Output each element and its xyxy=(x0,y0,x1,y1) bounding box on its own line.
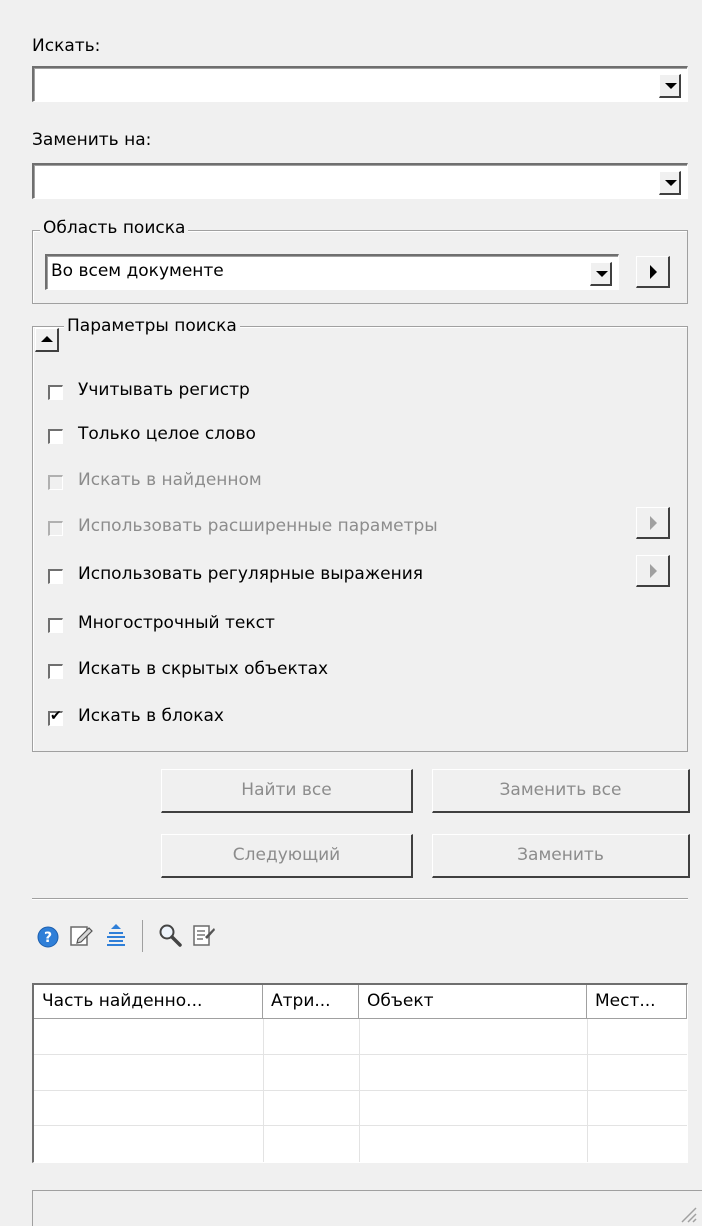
column-header-found-part[interactable]: Часть найденно... xyxy=(34,985,263,1019)
regex-checkbox[interactable] xyxy=(48,569,63,584)
advanced-params-checkbox[interactable] xyxy=(48,521,63,536)
edit-icon[interactable] xyxy=(69,923,93,947)
results-table[interactable]: Часть найденно... Атри... Объект Мест... xyxy=(32,983,688,1163)
advanced-params-button[interactable] xyxy=(636,507,670,539)
multiline-checkbox[interactable] xyxy=(48,618,63,633)
column-header-location[interactable]: Мест... xyxy=(587,985,687,1019)
toolbar-separator xyxy=(142,920,143,952)
svg-text:?: ? xyxy=(44,930,52,946)
replace-combobox[interactable] xyxy=(32,163,688,199)
whole-word-checkbox[interactable] xyxy=(48,429,63,444)
find-all-button[interactable]: Найти все xyxy=(161,769,413,813)
status-bar xyxy=(32,1190,702,1226)
select-objects-button[interactable] xyxy=(636,256,670,288)
export-icon[interactable] xyxy=(192,923,216,947)
next-button[interactable]: Следующий xyxy=(161,834,413,878)
replace-label: Заменить на: xyxy=(32,130,152,150)
whole-word-label: Только целое слово xyxy=(78,424,256,444)
grid-line xyxy=(34,1125,687,1126)
replace-button[interactable]: Заменить xyxy=(432,834,690,878)
multiline-label: Многострочный текст xyxy=(78,613,275,633)
grid-line xyxy=(34,1090,687,1091)
advanced-params-label: Использовать расширенные параметры xyxy=(78,516,438,536)
hidden-objects-checkbox[interactable] xyxy=(48,664,63,679)
search-area-value: Во всем документе xyxy=(51,261,224,281)
replace-dropdown-button[interactable] xyxy=(659,171,681,195)
regex-label: Использовать регулярные выражения xyxy=(78,564,424,584)
regex-menu-button[interactable] xyxy=(636,555,670,587)
column-header-attribute[interactable]: Атри... xyxy=(263,985,359,1019)
search-area-legend: Область поиска xyxy=(40,218,189,238)
align-icon[interactable] xyxy=(104,923,128,947)
zoom-icon[interactable] xyxy=(158,923,182,947)
search-area-select[interactable]: Во всем документе xyxy=(45,254,619,290)
divider xyxy=(32,898,688,900)
match-case-label: Учитывать регистр xyxy=(78,380,250,400)
checkmark-icon: ✔ xyxy=(50,708,62,724)
search-area-dropdown-button[interactable] xyxy=(590,262,612,286)
grid-line xyxy=(34,1054,687,1055)
match-case-checkbox[interactable] xyxy=(48,385,63,400)
replace-all-button[interactable]: Заменить все xyxy=(432,769,690,813)
hidden-objects-label: Искать в скрытых объектах xyxy=(78,659,329,679)
find-label: Искать: xyxy=(32,36,101,56)
search-blocks-label: Искать в блоках xyxy=(78,706,224,726)
find-dropdown-button[interactable] xyxy=(659,74,681,98)
search-in-results-label: Искать в найденном xyxy=(78,470,262,490)
column-header-object[interactable]: Объект xyxy=(359,985,587,1019)
search-in-results-checkbox[interactable] xyxy=(48,475,63,490)
find-combobox[interactable] xyxy=(32,66,688,102)
search-blocks-checkbox[interactable]: ✔ xyxy=(48,708,63,726)
resize-grip-icon[interactable] xyxy=(676,1202,698,1224)
search-params-legend: Параметры поиска xyxy=(64,316,240,336)
collapse-params-button[interactable] xyxy=(35,328,59,352)
help-icon[interactable]: ? xyxy=(36,925,60,949)
